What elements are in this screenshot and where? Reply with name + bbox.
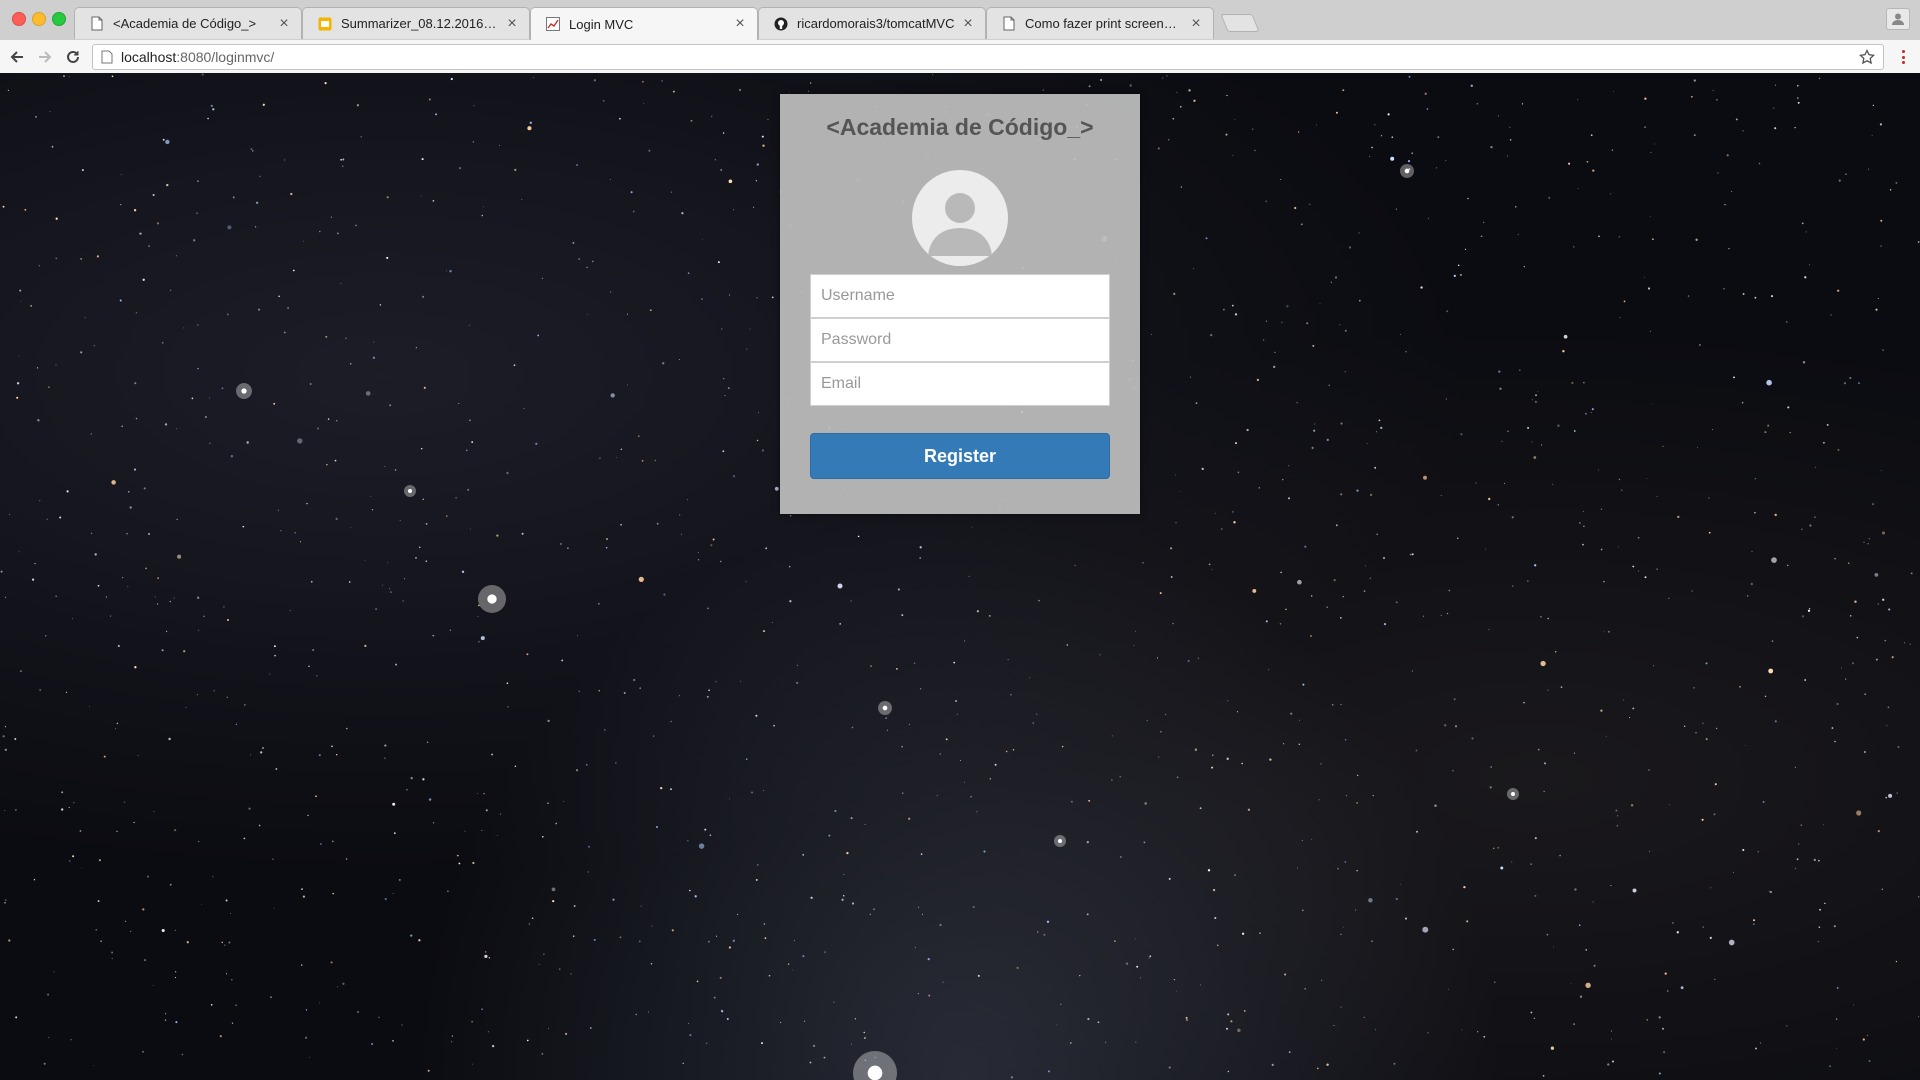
- tab-close-icon[interactable]: ×: [505, 15, 519, 31]
- profile-icon[interactable]: [1886, 8, 1910, 30]
- register-button[interactable]: Register: [810, 433, 1110, 479]
- toolbar: localhost:8080/loginmvc/: [0, 39, 1920, 73]
- tab-strip: <Academia de Código_> × Summarizer_08.12…: [0, 0, 1920, 40]
- register-card: <Academia de Código_> Register: [780, 94, 1140, 514]
- arrow-left-icon: [10, 51, 23, 63]
- email-input[interactable]: [810, 362, 1110, 406]
- tab-title: Login MVC: [569, 16, 634, 32]
- user-avatar-icon: [912, 170, 1008, 266]
- slides-icon: [317, 16, 333, 32]
- password-input[interactable]: [810, 318, 1110, 362]
- tab-title: Como fazer print screens no M: [1025, 16, 1183, 31]
- address-bar[interactable]: localhost:8080/loginmvc/: [92, 44, 1884, 70]
- forward-button[interactable]: [34, 46, 56, 68]
- github-icon: [773, 16, 789, 32]
- tab-title: ricardomorais3/tomcatMVC: [797, 16, 955, 31]
- window-close-button[interactable]: [12, 12, 26, 26]
- tab-login-mvc[interactable]: Login MVC ×: [530, 7, 758, 40]
- tab-title: Summarizer_08.12.2016 - Goo: [341, 16, 499, 31]
- tab-close-icon[interactable]: ×: [733, 16, 747, 32]
- browser-chrome: <Academia de Código_> × Summarizer_08.12…: [0, 0, 1920, 73]
- page-info-icon: [101, 50, 113, 64]
- tab-close-icon[interactable]: ×: [961, 15, 975, 31]
- tab-close-icon[interactable]: ×: [1189, 15, 1203, 31]
- tab-print-screens[interactable]: Como fazer print screens no M ×: [986, 7, 1214, 39]
- back-button[interactable]: [6, 46, 28, 68]
- brand-title: <Academia de Código_>: [826, 114, 1094, 140]
- tab-academia[interactable]: <Academia de Código_> ×: [74, 7, 302, 39]
- new-tab-button[interactable]: [1220, 14, 1260, 32]
- url-host: localhost: [121, 49, 177, 65]
- url-path: :8080/loginmvc/: [176, 49, 275, 65]
- menu-kebab-icon[interactable]: [1898, 46, 1908, 68]
- page-icon: [1001, 16, 1017, 32]
- tab-close-icon[interactable]: ×: [277, 15, 291, 31]
- page-icon: [89, 16, 105, 32]
- reload-button[interactable]: [62, 46, 84, 68]
- tab-summarizer[interactable]: Summarizer_08.12.2016 - Goo ×: [302, 7, 530, 39]
- username-input[interactable]: [810, 274, 1110, 318]
- arrow-right-icon: [39, 51, 52, 63]
- tab-title: <Academia de Código_>: [113, 16, 257, 31]
- tab-github[interactable]: ricardomorais3/tomcatMVC ×: [758, 7, 986, 39]
- bookmark-star-icon[interactable]: [1858, 48, 1876, 68]
- window-minimize-button[interactable]: [32, 12, 46, 26]
- window-maximize-button[interactable]: [52, 12, 66, 26]
- page-viewport: <Academia de Código_> Register: [0, 73, 1920, 1080]
- reload-icon: [67, 50, 79, 63]
- chart-icon: [545, 16, 561, 32]
